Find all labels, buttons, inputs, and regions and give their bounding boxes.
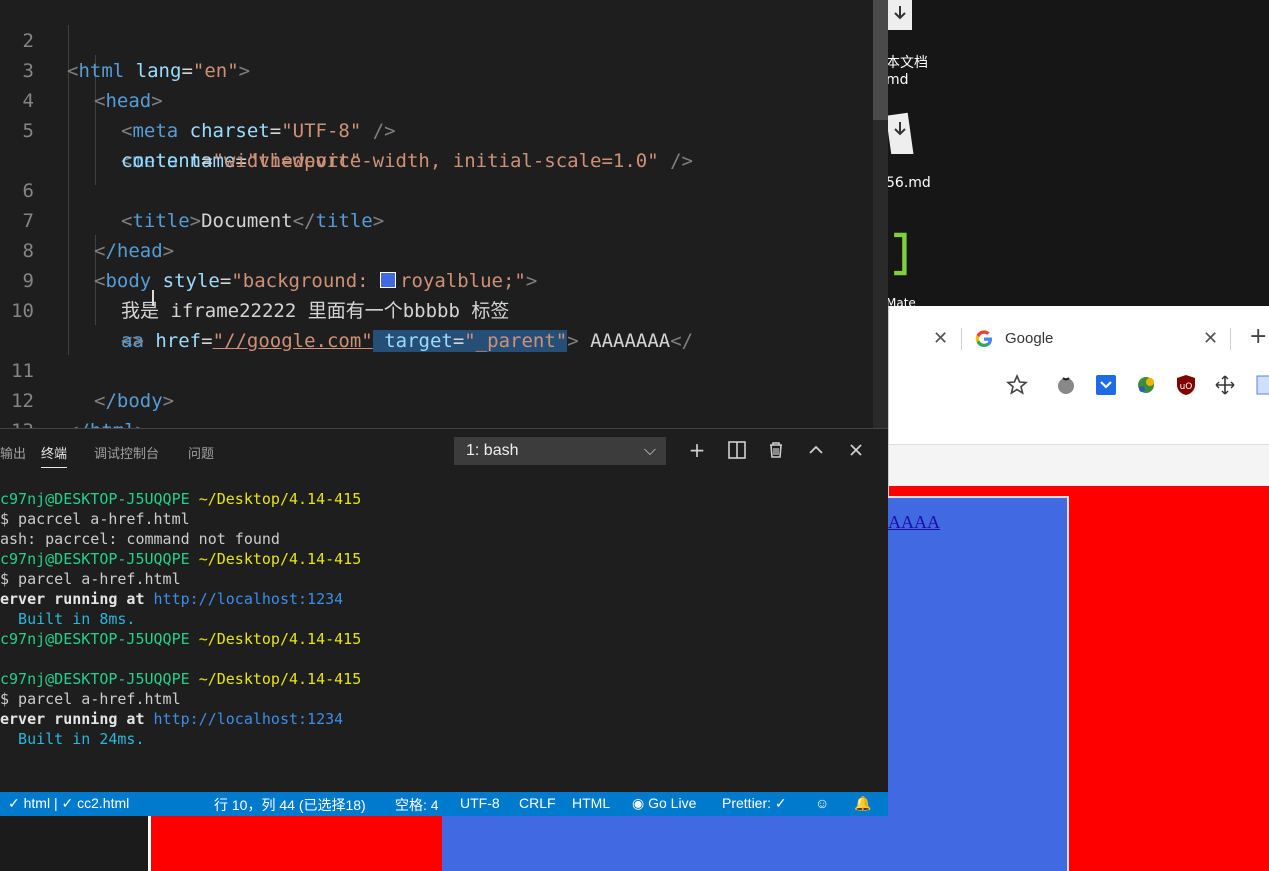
- desktop-label: 本文档: [886, 55, 928, 71]
- ublock-icon[interactable]: uO: [1175, 374, 1197, 396]
- broadcast-icon: ◉: [632, 795, 649, 811]
- code-line: 5 <meta name="viewport": [0, 86, 362, 172]
- code-line: 3 <head>: [0, 26, 163, 112]
- desktop-label: 56.md: [886, 175, 931, 191]
- svg-text:uO: uO: [1180, 382, 1193, 392]
- close-icon[interactable]: [843, 437, 869, 463]
- chevron-up-icon[interactable]: [803, 437, 829, 463]
- chevron-down-icon: ⌵: [643, 442, 656, 459]
- split-icon[interactable]: [724, 437, 750, 463]
- code-line: 7 </head>: [0, 176, 175, 262]
- move-icon[interactable]: [1214, 374, 1236, 396]
- status-bar: ✓ html | ✓ cc2.html 行 10，列 44 (已选择18) 空格…: [0, 792, 888, 816]
- code-line: content="width=device-width, initial-sca…: [121, 150, 693, 172]
- encoding[interactable]: UTF-8: [460, 795, 500, 811]
- terminal-line: $ parcel a-href.html: [0, 690, 181, 708]
- desktop-background: 本文档 md 56.md Mate: [874, 0, 1269, 310]
- tab-divider: [961, 328, 962, 350]
- trash-icon[interactable]: [763, 437, 789, 463]
- tab-debug-console[interactable]: 调试控制台: [94, 443, 159, 462]
- terminal-line: Built in 24ms.: [0, 730, 145, 748]
- terminal-line: ash: pacrcel: command not found: [0, 530, 280, 548]
- document-icon[interactable]: [886, 0, 914, 44]
- bracket-app-icon[interactable]: [886, 232, 914, 276]
- close-tab-icon[interactable]: ✕: [933, 328, 948, 349]
- browser-toolbar: uO: [889, 368, 1269, 404]
- language-mode[interactable]: HTML: [572, 795, 610, 811]
- google-logo-icon: [975, 330, 992, 347]
- close-tab-icon[interactable]: ✕: [1203, 328, 1218, 349]
- code-line: 9 我是 iframe22222 里面有一个bbbbb 标签: [0, 236, 510, 322]
- color-swatch[interactable]: [380, 272, 397, 288]
- desktop-label: md: [886, 72, 909, 88]
- code-line: 13: [0, 386, 46, 442]
- tab-terminal[interactable]: 终端: [41, 443, 68, 468]
- tab-output[interactable]: 输出: [0, 443, 26, 462]
- code-line: 10 <a href="//google.com" target="_paren…: [0, 266, 693, 352]
- status-check[interactable]: ✓ html | ✓ cc2.html: [8, 795, 129, 812]
- line-ending[interactable]: CRLF: [519, 795, 556, 811]
- terminal-select-value: 1: bash: [466, 442, 519, 459]
- code-line: a>: [121, 330, 144, 352]
- code-line: 11 </body>: [0, 326, 174, 412]
- iframe-region: [442, 816, 1069, 871]
- mouse-cursor: [152, 290, 154, 306]
- iframe-region: [888, 496, 1069, 816]
- indentation[interactable]: 空格: 4: [395, 795, 439, 815]
- notification-bell-icon[interactable]: 🔔: [854, 795, 871, 812]
- iframe-link[interactable]: AAAA: [888, 512, 940, 533]
- terminal-line: erver running at http://localhost:1234: [0, 710, 344, 728]
- globe-icon[interactable]: [1135, 374, 1157, 396]
- tab-strip: ✕ Google ✕ +: [889, 306, 1269, 374]
- code-line: 8 <body style="background: royalblue;">: [0, 206, 538, 292]
- star-icon[interactable]: [1006, 374, 1028, 396]
- plus-icon[interactable]: +: [684, 437, 710, 463]
- go-live-button[interactable]: ◉ Go Live: [632, 795, 696, 812]
- terminal-line: Built in 8ms.: [0, 610, 136, 628]
- new-tab-button[interactable]: +: [1249, 324, 1267, 349]
- document-icon[interactable]: [886, 110, 914, 154]
- code-line: 6 <title>Document</title>: [0, 146, 385, 232]
- feedback-icon[interactable]: ☺: [815, 795, 829, 811]
- tab-problems[interactable]: 问题: [188, 443, 214, 462]
- bookmark-bar: [889, 444, 1269, 486]
- page-red-region: [148, 816, 442, 871]
- terminal-line: c97nj@DESKTOP-J5UQQPE ~/Desktop/4.14-415: [0, 630, 362, 648]
- tomato-icon[interactable]: [1055, 374, 1077, 396]
- terminal-line: c97nj@DESKTOP-J5UQQPE ~/Desktop/4.14-415: [0, 670, 362, 688]
- code-line: 4 <meta charset="UTF-8" />: [0, 56, 396, 142]
- terminal-line: $ pacrcel a-href.html: [0, 510, 190, 528]
- prettier-status[interactable]: Prettier: ✓: [722, 795, 787, 812]
- terminal-line: $ parcel a-href.html: [0, 570, 181, 588]
- scrollbar-thumb[interactable]: [873, 0, 888, 120]
- terminal-line: c97nj@DESKTOP-J5UQQPE ~/Desktop/4.14-415: [0, 490, 362, 508]
- tab-divider: [1230, 328, 1231, 350]
- code-editor[interactable]: 2 <html lang="en"> 3 <head> 4 <meta char…: [0, 0, 888, 442]
- cursor-position[interactable]: 行 10，列 44 (已选择18): [214, 795, 366, 815]
- extension-icon[interactable]: [1255, 374, 1269, 396]
- tab-title[interactable]: Google: [1005, 330, 1053, 347]
- terminal-line: erver running at http://localhost:1234: [0, 590, 344, 608]
- code-line: 2 <html lang="en">: [0, 0, 251, 82]
- code-line: 12 </html>: [0, 356, 147, 442]
- pocket-icon[interactable]: [1095, 374, 1117, 396]
- terminal-select[interactable]: 1: bash ⌵: [454, 437, 666, 465]
- terminal-output[interactable]: c97nj@DESKTOP-J5UQQPE ~/Desktop/4.14-415…: [0, 489, 888, 749]
- terminal-line: c97nj@DESKTOP-J5UQQPE ~/Desktop/4.14-415: [0, 550, 362, 568]
- bottom-panel: 输出 终端 调试控制台 问题 1: bash ⌵ + c97nj@DESKTOP…: [0, 428, 888, 790]
